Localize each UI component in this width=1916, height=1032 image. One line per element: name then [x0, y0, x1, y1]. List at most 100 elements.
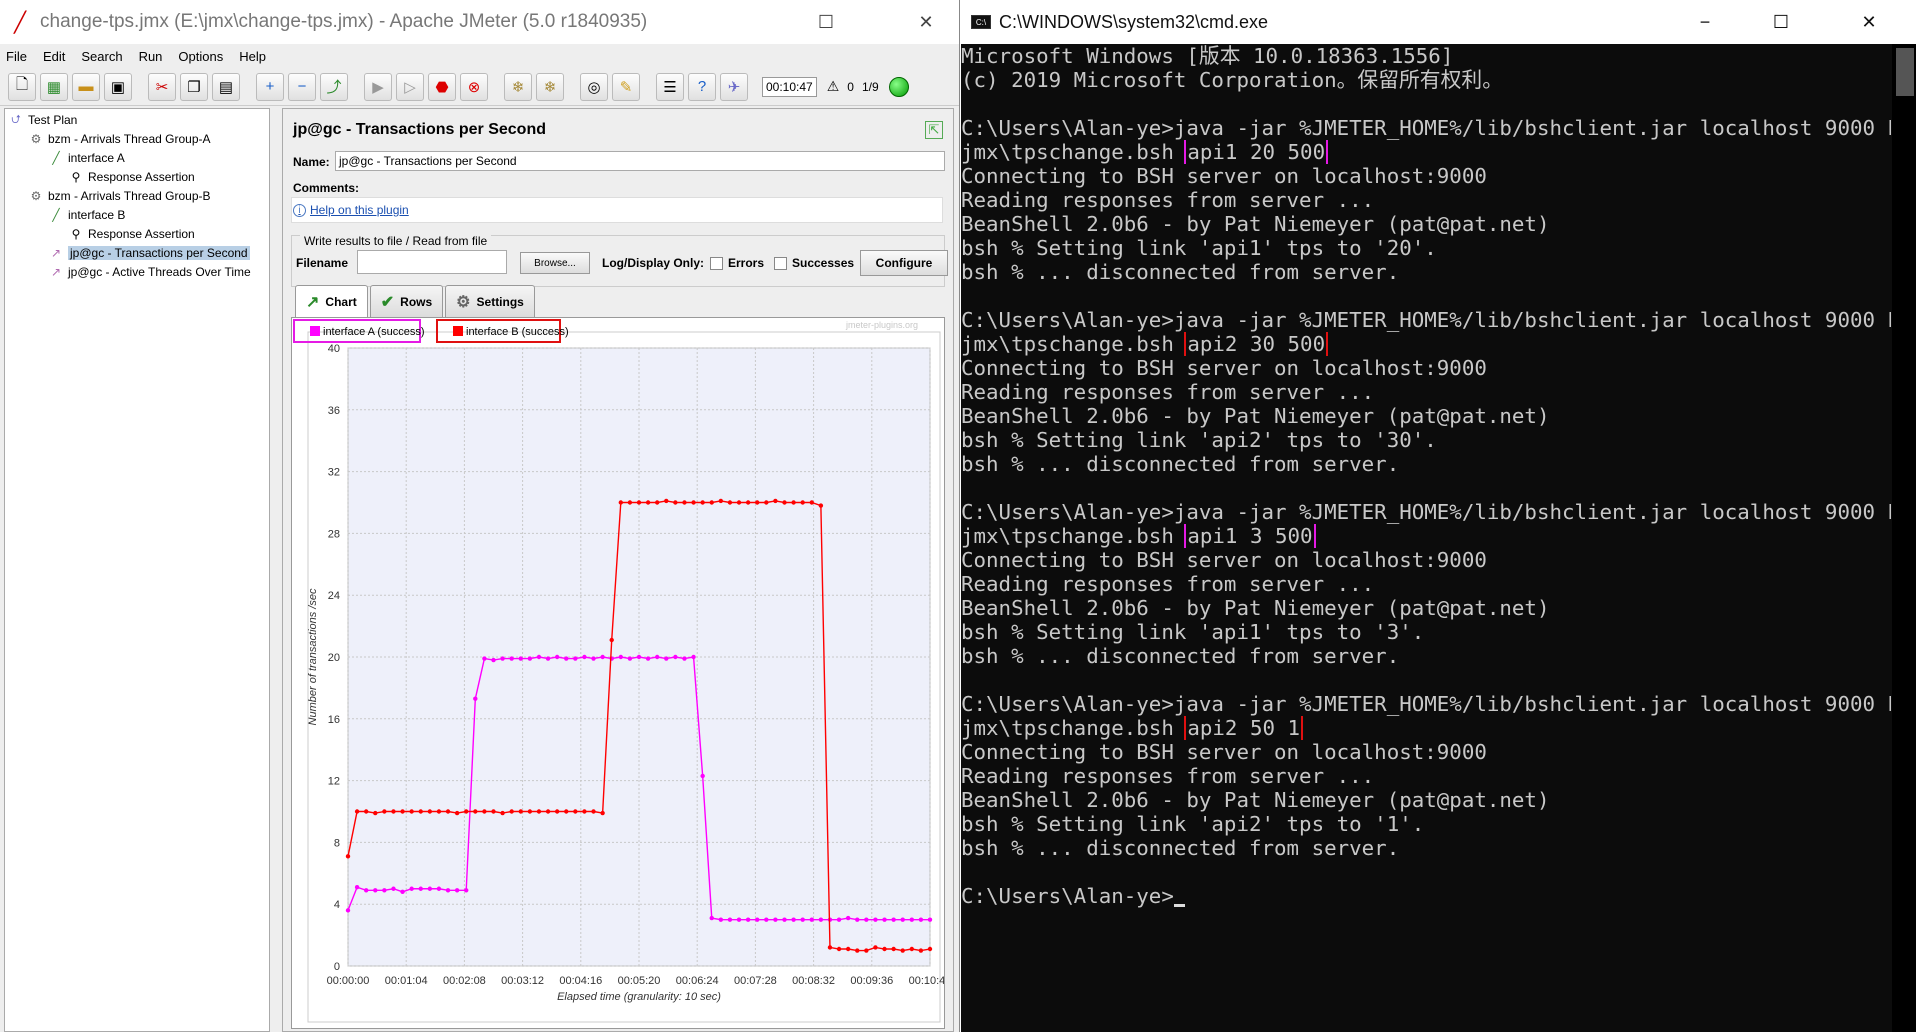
menu-help[interactable]: Help: [239, 49, 266, 64]
data-point: [382, 888, 387, 893]
console-line-text: Connecting to BSH server on localhost:90…: [961, 548, 1487, 572]
browse-button[interactable]: Browse...: [520, 252, 590, 274]
data-point: [464, 888, 469, 893]
new-icon[interactable]: 🗋: [8, 72, 36, 101]
data-point: [709, 915, 714, 921]
data-point: [809, 917, 814, 922]
menu-options[interactable]: Options: [178, 49, 223, 64]
tab-chart[interactable]: ↗ Chart: [295, 285, 368, 317]
data-point: [373, 888, 378, 893]
x-tick-label: 00:00:00: [327, 975, 370, 987]
cut-icon[interactable]: ✂: [148, 72, 176, 101]
data-point: [782, 500, 787, 505]
remote-icon[interactable]: ✈: [720, 72, 748, 101]
data-point: [900, 948, 905, 953]
start-no-pause-icon[interactable]: ▷: [396, 72, 424, 101]
chart-icon: ↗: [306, 293, 320, 311]
errors-checkbox[interactable]: [710, 257, 723, 270]
tree-node-active-threads[interactable]: ↗ jp@gc - Active Threads Over Time: [49, 265, 251, 279]
data-point: [654, 654, 660, 660]
tree-node-interface-a[interactable]: ╱ interface A: [49, 151, 124, 165]
console-line: Reading responses from server ...: [961, 188, 1891, 212]
data-point: [855, 948, 860, 953]
maximize-panel-icon[interactable]: ⇱: [925, 121, 943, 139]
copy-icon[interactable]: ❐: [180, 72, 208, 101]
data-point: [918, 948, 924, 953]
tree-node-thread-group-b[interactable]: ⚙ bzm - Arrivals Thread Group-B: [29, 189, 211, 203]
menu-file[interactable]: File: [6, 49, 27, 64]
open-icon[interactable]: ▬: [72, 72, 100, 101]
tree-node-transactions-per-second[interactable]: ↗ jp@gc - Transactions per Second: [49, 246, 250, 260]
data-point: [809, 500, 814, 505]
console-line: bsh % Setting link 'api2' tps to '1'.: [961, 812, 1891, 836]
menu-edit[interactable]: Edit: [43, 49, 65, 64]
menu-search[interactable]: Search: [81, 49, 122, 64]
data-point: [500, 656, 505, 661]
data-point: [391, 886, 396, 891]
cmd-scrollbar[interactable]: [1892, 44, 1916, 1032]
magnifier-icon: ⚲: [71, 227, 81, 241]
paste-icon[interactable]: ▤: [212, 72, 240, 101]
data-point: [482, 809, 487, 814]
y-tick-label: 0: [334, 961, 340, 973]
close-button[interactable]: ✕: [896, 0, 956, 44]
maximize-button[interactable]: ☐: [1751, 0, 1811, 44]
name-field[interactable]: jp@gc - Transactions per Second: [335, 151, 945, 171]
data-point: [445, 809, 451, 814]
stop-icon[interactable]: ⬣: [428, 72, 456, 101]
tree-node-response-assertion-b[interactable]: ⚲ Response Assertion: [69, 227, 195, 241]
clear-all-icon[interactable]: ❄: [536, 72, 564, 101]
function-helper-icon[interactable]: ☰: [656, 72, 684, 101]
console-line-text: bsh % Setting link 'api1' tps to '3'.: [961, 620, 1425, 644]
start-icon[interactable]: ▶: [364, 72, 392, 101]
console-line-text: Reading responses from server ...: [961, 572, 1375, 596]
close-button[interactable]: ✕: [1839, 0, 1899, 44]
successes-checkbox[interactable]: [774, 257, 787, 270]
cmd-scrollbar-thumb[interactable]: [1896, 48, 1914, 96]
data-point: [645, 500, 651, 505]
console-line-text: Reading responses from server ...: [961, 764, 1375, 788]
tab-settings[interactable]: ⚙ Settings: [445, 285, 535, 317]
minimize-button[interactable]: −: [1675, 0, 1735, 44]
help-link[interactable]: i Help on this plugin: [293, 203, 409, 217]
data-point: [700, 773, 705, 779]
configure-button[interactable]: Configure: [860, 250, 948, 276]
data-point: [909, 917, 915, 922]
help-link-text[interactable]: Help on this plugin: [310, 203, 409, 217]
sampler-icon: ╱: [52, 151, 60, 165]
data-point: [627, 656, 633, 661]
tree-node-thread-group-a[interactable]: ⚙ bzm - Arrivals Thread Group-A: [29, 132, 211, 146]
cmd-console-output[interactable]: Microsoft Windows [版本 10.0.18363.1556] (c…: [961, 44, 1891, 1032]
tree-node-interface-b[interactable]: ╱ interface B: [49, 208, 125, 222]
tree-node-response-assertion-a[interactable]: ⚲ Response Assertion: [69, 170, 195, 184]
save-icon[interactable]: ▣: [104, 72, 132, 101]
templates-icon[interactable]: ▦: [40, 72, 68, 101]
data-point: [454, 810, 460, 816]
collapse-icon[interactable]: −: [288, 72, 316, 101]
search-icon[interactable]: ◎: [580, 72, 608, 101]
console-line: C:\Users\Alan-ye>java -jar %JMETER_HOME%…: [961, 116, 1891, 140]
cmd-app-icon: C:\: [971, 15, 991, 29]
toggle-icon[interactable]: ⤴: [320, 72, 348, 101]
data-point: [927, 946, 933, 952]
tab-rows[interactable]: ✔ Rows: [369, 285, 444, 317]
tree-node-test-plan[interactable]: ⮍ Test Plan: [9, 112, 77, 128]
help-icon[interactable]: ?: [688, 72, 716, 101]
filename-field[interactable]: [357, 250, 507, 274]
x-tick-label: 00:10:40: [909, 975, 944, 987]
reset-search-icon[interactable]: ✎: [612, 72, 640, 101]
data-point: [573, 656, 578, 661]
tab-rows-label: Rows: [400, 294, 433, 309]
shutdown-icon[interactable]: ⊗: [460, 72, 488, 101]
warning-icon[interactable]: ⚠: [827, 78, 840, 95]
clear-icon[interactable]: ❄: [504, 72, 532, 101]
legend-swatch: [310, 326, 320, 336]
data-point: [536, 809, 542, 814]
console-line-text: bsh % ... disconnected from server.: [961, 836, 1400, 860]
expand-icon[interactable]: +: [256, 72, 284, 101]
maximize-button[interactable]: ☐: [796, 0, 856, 44]
menu-run[interactable]: Run: [139, 49, 163, 64]
data-point: [691, 654, 696, 660]
x-tick-label: 00:09:36: [850, 975, 893, 987]
